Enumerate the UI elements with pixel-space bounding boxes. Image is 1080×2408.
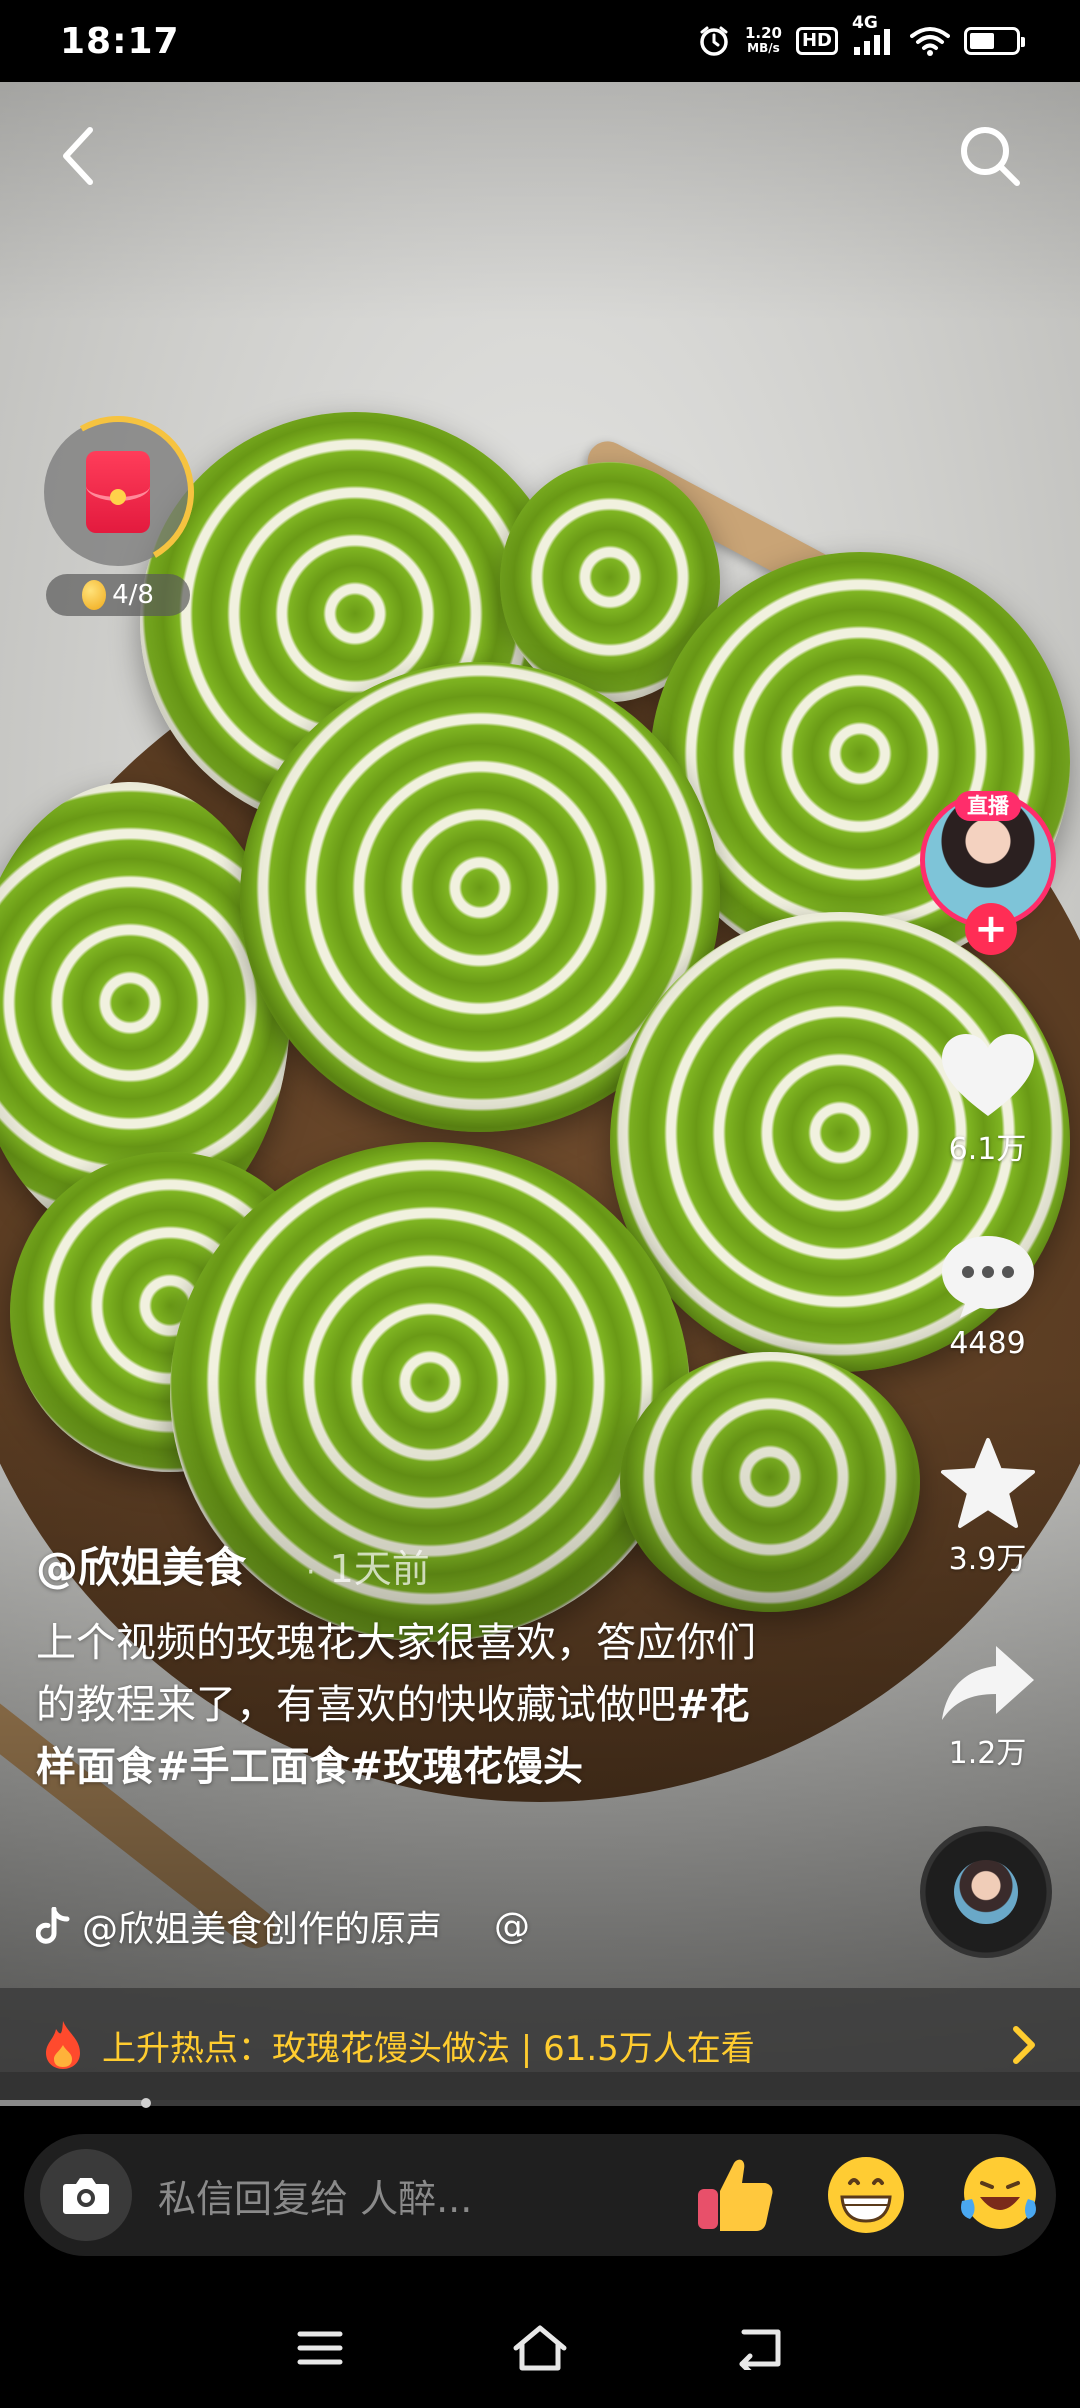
reply-bar: 私信回复给 人醉... [0, 2108, 1080, 2288]
video-caption[interactable]: 上个视频的玫瑰花大家很喜欢，答应你们的教程来了，有喜欢的快收藏试做吧#花样面食#… [36, 1612, 776, 1798]
hotspot-text: 上升热点：玫瑰花馒头做法 | 61.5万人在看 [102, 2028, 755, 2069]
author-line: @欣姐美食 · 1天前 [36, 1534, 430, 1595]
top-gradient [0, 82, 1080, 322]
thumbs-up-emoji[interactable] [692, 2153, 776, 2237]
reply-input-pill[interactable]: 私信回复给 人醉... [24, 2134, 1056, 2256]
share-count: 1.2万 [948, 1736, 1027, 1771]
home-icon [513, 2325, 567, 2371]
battery-icon [964, 27, 1025, 55]
menu-icon [297, 2331, 343, 2365]
gold-egg-icon [82, 580, 107, 610]
red-packet-widget[interactable] [24, 398, 212, 586]
status-icons: 1.20 MB/s HD 4G [697, 13, 1025, 58]
coin-progress[interactable]: 4/8 [46, 574, 190, 616]
like-count: 6.1万 [948, 1132, 1027, 1167]
comment-bubble-icon [941, 1236, 1034, 1318]
grin-emoji[interactable] [824, 2153, 908, 2237]
music-disc[interactable] [920, 1826, 1052, 1958]
music-note-icon [36, 1907, 70, 1944]
hd-badge: HD [795, 27, 838, 55]
status-bar: 18:17 1.20 MB/s HD 4G [0, 0, 1080, 82]
alarm-icon [700, 26, 728, 56]
music-disc-cover [954, 1860, 1018, 1924]
search-icon [961, 127, 1020, 186]
author-name[interactable]: @欣姐美食 [36, 1534, 246, 1595]
search-button[interactable] [950, 116, 1030, 196]
reply-input-placeholder[interactable]: 私信回复给 人醉... [158, 2168, 644, 2223]
coin-progress-text: 4/8 [112, 580, 154, 610]
share-arrow-icon [941, 1646, 1034, 1720]
net-speed: 1.20 MB/s [745, 26, 782, 56]
thumbs-up-emoji-icon [698, 2159, 773, 2231]
system-nav-bar [0, 2288, 1080, 2408]
net-speed-value: 1.20 [744, 24, 782, 42]
status-time: 18:17 [60, 20, 180, 62]
sound-mention: @ [494, 1905, 531, 1947]
hashtag[interactable]: #玫瑰花馒头 [350, 1744, 584, 1790]
cellular-signal: 4G [852, 13, 896, 55]
post-time: 1天前 [329, 1547, 430, 1591]
share-button[interactable]: 1.2万 [925, 1640, 1050, 1772]
grin-emoji-icon [828, 2157, 904, 2233]
progress-knob[interactable] [140, 2098, 151, 2108]
video-progress-bar[interactable] [0, 2098, 1080, 2108]
battery-fill [970, 33, 995, 49]
separator-dot: · [306, 1555, 316, 1590]
camera-icon [63, 2178, 109, 2214]
network-type: 4G [852, 13, 878, 33]
laughing-tears-emoji-icon [961, 2157, 1036, 2229]
camera-button[interactable] [40, 2149, 132, 2241]
like-button[interactable]: 6.1万 [925, 1030, 1050, 1168]
laughing-tears-emoji[interactable] [956, 2153, 1040, 2237]
net-speed-unit: MB/s [747, 41, 780, 55]
nav-back-button[interactable] [730, 2318, 790, 2378]
live-badge: 直播 [955, 791, 1021, 821]
star-icon [940, 1438, 1035, 1528]
nav-home-button[interactable] [510, 2318, 570, 2378]
back-icon [739, 2329, 781, 2370]
progress-fill [0, 2100, 146, 2106]
chevron-right-icon [1013, 2026, 1035, 2064]
back-button[interactable] [48, 116, 108, 196]
favorite-button[interactable]: 3.9万 [925, 1436, 1050, 1578]
comment-button[interactable]: 4489 [925, 1230, 1050, 1361]
chevron-left-icon [63, 127, 93, 185]
nav-menu-button[interactable] [290, 2318, 350, 2378]
sound-name: @欣姐美食创作的原声 [82, 1909, 443, 1950]
follow-button[interactable]: + [965, 903, 1017, 955]
favorite-count: 3.9万 [948, 1542, 1027, 1577]
red-envelope-icon [86, 451, 150, 533]
trending-hotspot-bar[interactable]: 上升热点：玫瑰花馒头做法 | 61.5万人在看 [0, 1988, 1080, 2102]
wifi-icon [910, 27, 950, 56]
comment-count: 4489 [949, 1326, 1026, 1361]
caption-text: 上个视频的玫瑰花大家很喜欢，答应你们的教程来了，有喜欢的快收藏试做吧 [36, 1620, 756, 1728]
hashtag[interactable]: #手工面食 [156, 1744, 350, 1790]
flame-icon [46, 2021, 80, 2069]
sound-line[interactable]: @欣姐美食创作的原声 @ [36, 1900, 530, 1952]
creator-avatar[interactable]: 直播 + [920, 791, 1056, 955]
heart-icon [941, 1034, 1034, 1116]
